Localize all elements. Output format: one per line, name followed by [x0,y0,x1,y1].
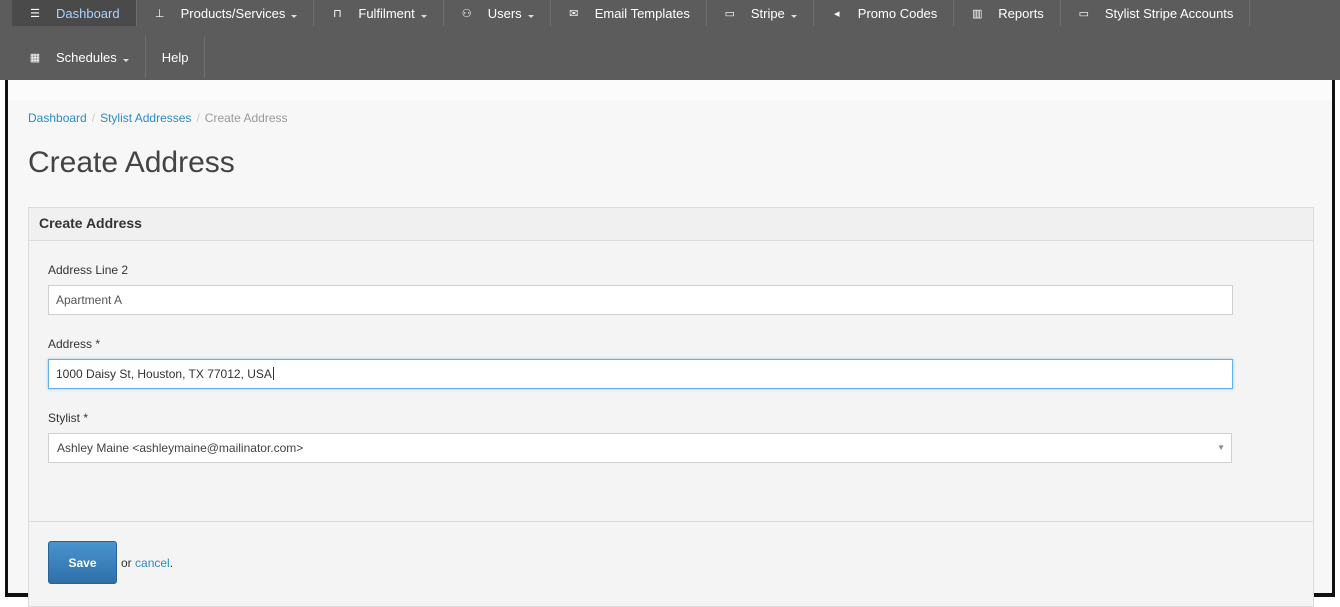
bullhorn-icon: ◂ [834,7,840,20]
cancel-link[interactable]: cancel [135,556,170,570]
page-title: Create Address [28,146,235,179]
stylist-select[interactable]: Ashley Maine <ashleymaine@mailinator.com… [48,433,1232,463]
breadcrumb-separator: / [91,111,96,125]
address-line-2-label: Address Line 2 [48,263,129,277]
period-text: . [169,556,174,570]
nav-label: Help [161,49,189,65]
nav-item-help[interactable]: Help [146,36,206,78]
breadcrumb: Dashboard / Stylist Addresses / Create Addre… [28,111,288,125]
address-line-2-input[interactable]: Apartment A [48,285,1233,315]
nav-label: Promo Codes [857,5,938,21]
save-button[interactable]: Save [48,541,117,584]
nav-label: Stripe [750,5,785,21]
address-input[interactable]: 1000 Daisy St, Houston, TX 77012, USA [48,359,1233,389]
sitemap-icon: ⊥ [154,7,165,20]
nav-label: Dashboard [56,5,120,21]
breadcrumb-separator: / [196,111,200,125]
nav-item-products-services[interactable]: ⊥ Products/Services [137,0,315,26]
nav-label: Reports [998,5,1044,21]
nav-item-schedules[interactable]: ▦ Schedules [12,36,146,78]
nav-item-stylist-stripe-accounts[interactable]: ▭ Stylist Stripe Accounts [1061,0,1251,26]
content-top-strip [8,80,1332,100]
nav-label: Email Templates [594,5,690,21]
nav-label: Products/Services [180,5,286,21]
stylist-selected-value: Ashley Maine <ashleymaine@mailinator.com… [57,441,304,455]
nav-item-stripe[interactable]: ▭ Stripe [707,0,814,26]
calendar-icon: ▦ [29,51,41,64]
envelope-icon: ✉ [569,7,579,20]
address-label: Address * [48,337,101,351]
credit-card-icon: ▭ [1078,7,1090,20]
nav-label: Stylist Stripe Accounts [1104,5,1234,21]
credit-card-icon: ▭ [724,7,736,20]
nav-item-fulfilment[interactable]: ⊓ Fulfilment [314,0,444,26]
nav-label: Fulfilment [358,5,415,21]
breadcrumb-dashboard-link[interactable]: Dashboard [28,111,87,125]
address-value: 1000 Daisy St, Houston, TX 77012, USA [56,367,272,381]
text-cursor [272,367,274,380]
list-icon: ☰ [30,7,40,20]
nav-item-promo-codes[interactable]: ◂ Promo Codes [814,0,955,26]
create-address-panel: Create Address Address Line 2 Apartment … [28,207,1314,607]
cart-icon: ⊓ [333,7,342,20]
dropdown-arrow-icon: ▼ [1217,443,1225,452]
address-line-2-value: Apartment A [56,293,123,307]
nav-item-users[interactable]: ⚇ Users [444,0,551,26]
breadcrumb-stylist-addresses-link[interactable]: Stylist Addresses [100,111,191,125]
breadcrumb-current: Create Address [204,111,288,125]
caret-down-icon [790,14,797,18]
caret-down-icon [291,14,298,18]
or-text: or [121,556,132,570]
caret-down-icon [527,14,534,18]
bar-chart-icon: ▥ [972,7,983,20]
stylist-label: Stylist * [48,411,89,425]
nav-label: Schedules [56,49,117,65]
caret-down-icon [122,58,129,62]
caret-down-icon [420,14,427,18]
navbar-row-1: ☰ Dashboard ⊥ Products/Services ⊓ Fulfilment ⚇… [12,0,1251,34]
panel-footer-divider [29,521,1313,522]
nav-label: Users [487,5,522,21]
users-icon: ⚇ [461,7,472,20]
navbar-row-2: ▦ Schedules Help [12,36,206,78]
nav-item-email-templates[interactable]: ✉ Email Templates [551,0,707,26]
panel-heading: Create Address [29,208,1313,241]
nav-item-dashboard[interactable]: ☰ Dashboard [12,0,137,26]
nav-item-reports[interactable]: ▥ Reports [954,0,1061,26]
top-navbar: ☰ Dashboard ⊥ Products/Services ⊓ Fulfilment ⚇… [0,0,1340,80]
cancel-prompt: or cancel. [121,556,173,570]
